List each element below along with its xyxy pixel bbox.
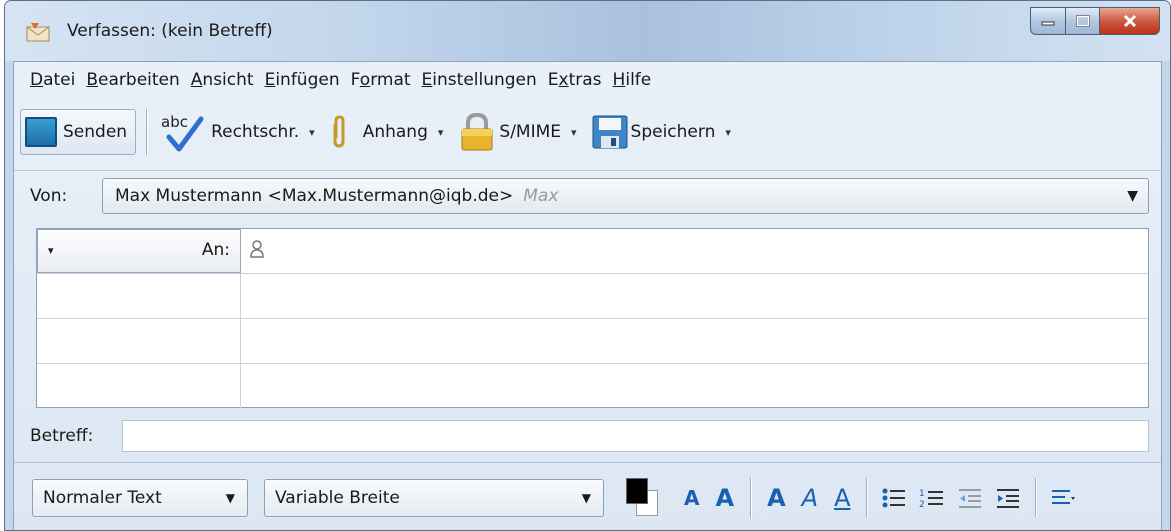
subject-label: Betreff:	[30, 426, 94, 446]
maximize-icon	[1075, 15, 1090, 27]
save-button[interactable]: Speichern ▾	[591, 109, 745, 155]
minimize-icon	[1041, 21, 1055, 26]
svg-text:1: 1	[919, 489, 925, 499]
subject-row: Betreff:	[14, 414, 1161, 458]
send-icon	[25, 117, 57, 147]
numbered-list-icon[interactable]: 1 2	[919, 486, 945, 510]
menu-bar: Datei Bearbeiten Ansicht Einfügen Format…	[14, 62, 1161, 98]
format-separator	[750, 478, 752, 518]
window-controls	[1030, 7, 1160, 35]
spellcheck-dropdown-icon[interactable]: ▾	[309, 126, 315, 139]
from-address: Max Mustermann <Max.Mustermann@iqb.de>	[115, 186, 514, 206]
recipient-row	[37, 319, 1148, 364]
minimize-button[interactable]	[1030, 7, 1066, 35]
save-label: Speichern	[630, 122, 716, 142]
bold-button[interactable]: A	[767, 484, 786, 512]
menu-einstellungen[interactable]: Einstellungen	[422, 70, 537, 90]
recipient-row	[37, 364, 1148, 409]
text-color-swatch[interactable]	[626, 478, 648, 504]
font-value: Variable Breite	[275, 488, 400, 508]
save-dropdown-icon[interactable]: ▾	[725, 126, 731, 139]
spellcheck-icon-text: abc	[161, 113, 188, 131]
attach-label: Anhang	[362, 122, 428, 142]
format-toolbar: Normaler Text ▼ Variable Breite ▼ A A A …	[14, 462, 1161, 530]
recipient-row: ▾ An:	[37, 229, 1148, 274]
increase-font-size-button[interactable]: A	[715, 484, 734, 512]
menu-hilfe[interactable]: Hilfe	[613, 70, 652, 90]
paragraph-format-select[interactable]: Normaler Text ▼	[32, 479, 248, 517]
send-label: Senden	[63, 122, 128, 142]
from-identity-alias: Max	[523, 186, 559, 206]
format-separator	[866, 478, 868, 518]
close-button[interactable]	[1100, 7, 1160, 35]
format-separator	[1035, 478, 1037, 518]
compose-window: Verfassen: (kein Betreff) Datei Bearbeit…	[4, 0, 1171, 531]
attach-button[interactable]: Anhang ▾	[329, 109, 458, 155]
font-dropdown-icon: ▼	[581, 491, 591, 505]
outdent-icon[interactable]	[957, 486, 983, 510]
menu-ansicht[interactable]: Ansicht	[191, 70, 254, 90]
title-bar[interactable]: Verfassen: (kein Betreff)	[5, 1, 1170, 61]
text-color-picker[interactable]	[626, 478, 664, 518]
recipient-type-select[interactable]: ▾ An:	[37, 229, 241, 273]
spellcheck-button[interactable]: abc Rechtschr. ▾	[159, 109, 329, 155]
paperclip-icon	[333, 115, 345, 148]
person-icon	[250, 240, 264, 258]
bullet-list-icon[interactable]	[881, 486, 907, 510]
italic-button[interactable]: A	[802, 484, 818, 512]
spellcheck-label: Rechtschr.	[211, 122, 300, 142]
maximize-button[interactable]	[1066, 7, 1100, 35]
recipient-type-label: An:	[201, 240, 230, 260]
recipient-type-dropdown-icon: ▾	[48, 244, 54, 257]
smime-dropdown-icon[interactable]: ▾	[571, 126, 577, 139]
decrease-font-size-button[interactable]: A	[684, 486, 699, 510]
menu-bearbeiten[interactable]: Bearbeiten	[86, 70, 179, 90]
lock-icon	[461, 112, 493, 151]
recipient-type-cell[interactable]	[37, 319, 241, 363]
menu-format[interactable]: Format	[351, 70, 411, 90]
menu-einfuegen[interactable]: Einfügen	[265, 70, 340, 90]
svg-text:2: 2	[919, 500, 925, 510]
save-disk-icon	[592, 115, 628, 149]
from-dropdown-icon: ▼	[1127, 188, 1138, 204]
smime-button[interactable]: S/MIME ▾	[457, 109, 590, 155]
compose-client-area: Datei Bearbeiten Ansicht Einfügen Format…	[13, 61, 1162, 530]
from-label: Von:	[30, 185, 68, 206]
spellcheck-icon: abc	[161, 113, 204, 152]
underline-button[interactable]: A	[834, 484, 850, 512]
attach-dropdown-icon[interactable]: ▾	[438, 126, 444, 139]
paragraph-format-value: Normaler Text	[43, 488, 162, 508]
recipient-type-cell[interactable]	[37, 274, 241, 318]
menu-datei[interactable]: Datei	[30, 70, 75, 90]
compose-app-icon	[26, 23, 50, 42]
recipient-input[interactable]	[249, 239, 265, 259]
window-title: Verfassen: (kein Betreff)	[67, 21, 273, 41]
font-select[interactable]: Variable Breite ▼	[264, 479, 604, 517]
send-button[interactable]: Senden	[20, 109, 137, 155]
compose-toolbar: Senden abc Rechtschr. ▾ Anhang ▾ S/MIME …	[14, 100, 1161, 164]
align-icon[interactable]	[1050, 486, 1076, 510]
recipient-list: ▾ An:	[36, 228, 1149, 408]
subject-input[interactable]	[122, 420, 1149, 452]
smime-label: S/MIME	[499, 122, 562, 142]
toolbar-separator	[146, 109, 148, 155]
menu-extras[interactable]: Extras	[548, 70, 602, 90]
from-select[interactable]: Max Mustermann <Max.Mustermann@iqb.de> M…	[102, 178, 1149, 214]
paragraph-format-dropdown-icon: ▼	[225, 491, 235, 505]
from-row: Von: Max Mustermann <Max.Mustermann@iqb.…	[14, 170, 1161, 220]
indent-icon[interactable]	[995, 486, 1021, 510]
close-icon	[1123, 14, 1136, 28]
recipient-row	[37, 274, 1148, 319]
recipient-type-cell[interactable]	[37, 364, 241, 408]
